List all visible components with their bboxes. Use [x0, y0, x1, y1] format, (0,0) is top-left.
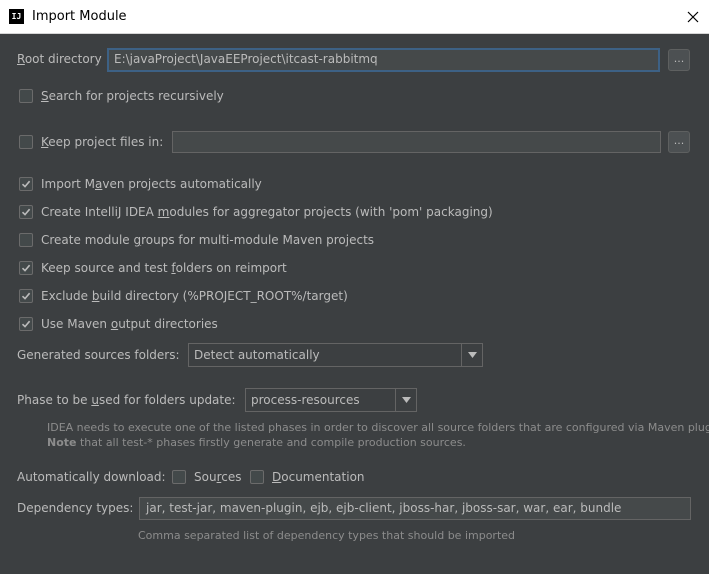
use-maven-output-dirs-checkbox[interactable]: Use Maven output directories — [19, 315, 218, 333]
checkbox-box[interactable] — [250, 470, 264, 484]
phase-hint-line2: Note that all test-* phases firstly gene… — [47, 436, 466, 449]
keep-source-test-folders-label: Keep source and test folders on reimport — [41, 261, 287, 275]
triangle-down-icon — [401, 397, 411, 403]
checkmark-icon — [21, 320, 31, 328]
import-maven-auto-label: Import Maven projects automatically — [41, 177, 262, 191]
close-button[interactable] — [677, 0, 709, 33]
download-sources-label: Sources — [194, 470, 242, 484]
exclude-build-directory-label: Exclude build directory (%PROJECT_ROOT%/… — [41, 289, 348, 303]
checkmark-icon — [21, 180, 31, 188]
search-recursively-label: Search for projects recursively — [41, 89, 224, 103]
create-aggregator-modules-checkbox[interactable]: Create IntelliJ IDEA modules for aggrega… — [19, 203, 493, 221]
root-directory-label: Root directory — [17, 52, 102, 66]
phase-value: process-resources — [251, 393, 360, 407]
dropdown-arrow[interactable] — [395, 389, 416, 411]
window-title: Import Module — [32, 9, 127, 24]
checkbox-box[interactable] — [19, 261, 33, 275]
phase-hint-line1: IDEA needs to execute one of the listed … — [47, 421, 709, 434]
checkbox-box[interactable] — [19, 205, 33, 219]
keep-project-files-browse-button[interactable]: ... — [668, 131, 690, 153]
checkbox-box[interactable] — [19, 177, 33, 191]
generated-sources-label: Generated sources folders: — [17, 348, 180, 362]
keep-project-files-label: Keep project files in: — [41, 135, 164, 149]
root-directory-browse-button[interactable]: ... — [668, 49, 690, 71]
download-documentation-label: Documentation — [272, 470, 365, 484]
triangle-down-icon — [467, 352, 477, 358]
checkbox-box[interactable] — [19, 233, 33, 247]
keep-source-test-folders-checkbox[interactable]: Keep source and test folders on reimport — [19, 259, 287, 277]
phase-label: Phase to be used for folders update: — [17, 393, 236, 407]
download-sources-checkbox[interactable]: Sources — [172, 468, 241, 486]
generated-sources-value: Detect automatically — [194, 348, 320, 362]
checkmark-icon — [21, 292, 31, 300]
keep-project-files-checkbox[interactable]: Keep project files in: — [19, 133, 163, 151]
checkbox-box[interactable] — [19, 317, 33, 331]
dependency-types-label: Dependency types: — [17, 501, 134, 515]
search-recursively-checkbox[interactable]: Search for projects recursively — [19, 87, 224, 105]
use-maven-output-dirs-label: Use Maven output directories — [41, 317, 218, 331]
auto-download-label: Automatically download: — [17, 470, 166, 484]
dialog-content: Root directory E:\javaProject\JavaEEProj… — [0, 34, 709, 574]
checkbox-box[interactable] — [19, 289, 33, 303]
root-directory-input[interactable]: E:\javaProject\JavaEEProject\itcast-rabb… — [107, 48, 660, 72]
create-module-groups-checkbox[interactable]: Create module groups for multi-module Ma… — [19, 231, 374, 249]
dependency-types-hint: Comma separated list of dependency types… — [138, 529, 516, 542]
create-module-groups-label: Create module groups for multi-module Ma… — [41, 233, 375, 247]
title-bar: IJ Import Module — [0, 0, 709, 34]
download-documentation-checkbox[interactable]: Documentation — [250, 468, 365, 486]
checkmark-icon — [21, 208, 31, 216]
keep-project-files-input[interactable] — [172, 131, 661, 153]
checkbox-box[interactable] — [19, 135, 33, 149]
checkmark-icon — [21, 264, 31, 272]
intellij-logo-icon: IJ — [9, 9, 24, 24]
checkbox-box[interactable] — [19, 89, 33, 103]
dependency-types-input[interactable]: jar, test-jar, maven-plugin, ejb, ejb-cl… — [139, 497, 691, 520]
exclude-build-directory-checkbox[interactable]: Exclude build directory (%PROJECT_ROOT%/… — [19, 287, 348, 305]
checkbox-box[interactable] — [172, 470, 186, 484]
create-aggregator-modules-label: Create IntelliJ IDEA modules for aggrega… — [41, 205, 493, 219]
close-icon — [687, 11, 699, 22]
generated-sources-select[interactable]: Detect automatically — [188, 343, 483, 367]
dropdown-arrow[interactable] — [461, 344, 482, 366]
phase-select[interactable]: process-resources — [245, 388, 417, 412]
import-maven-auto-checkbox[interactable]: Import Maven projects automatically — [19, 175, 262, 193]
